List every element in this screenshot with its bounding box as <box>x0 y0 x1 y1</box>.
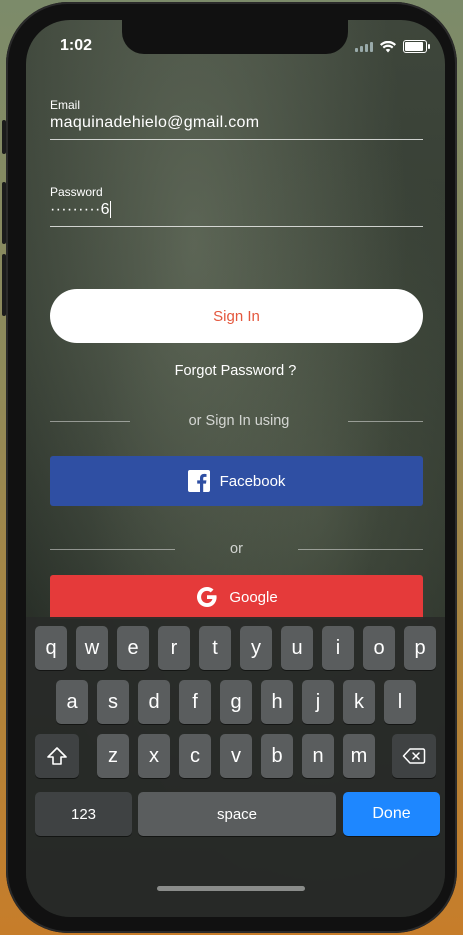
shift-icon <box>47 747 67 765</box>
email-underline <box>50 139 423 140</box>
key-q[interactable]: q <box>35 626 67 670</box>
divider-line-right <box>298 548 423 550</box>
divider-line-left <box>50 420 130 422</box>
key-n[interactable]: n <box>302 734 334 778</box>
password-underline <box>50 226 423 227</box>
key-b[interactable]: b <box>261 734 293 778</box>
backspace-key[interactable] <box>392 734 436 778</box>
or-divider: or <box>50 541 423 557</box>
facebook-button-label: Facebook <box>219 472 286 490</box>
password-field[interactable]: Password ·········6 <box>50 185 423 227</box>
password-label: Password <box>50 185 103 199</box>
wifi-icon <box>380 40 396 52</box>
key-c[interactable]: c <box>179 734 211 778</box>
email-label: Email <box>50 98 81 112</box>
divider-line-right <box>348 420 423 422</box>
password-input[interactable]: ·········6 <box>50 201 423 219</box>
key-t[interactable]: t <box>199 626 231 670</box>
key-z[interactable]: z <box>97 734 129 778</box>
sign-in-using-text: or Sign In using <box>188 413 290 429</box>
key-a[interactable]: a <box>56 680 88 724</box>
status-icons <box>355 40 430 53</box>
done-key[interactable]: Done <box>343 792 440 836</box>
key-e[interactable]: e <box>117 626 149 670</box>
key-m[interactable]: m <box>343 734 375 778</box>
facebook-icon <box>187 470 210 492</box>
shift-key[interactable] <box>35 734 79 778</box>
cellular-signal-icon <box>355 41 373 52</box>
text-caret <box>109 201 112 219</box>
key-l[interactable]: l <box>384 680 416 724</box>
key-x[interactable]: x <box>138 734 170 778</box>
mute-switch <box>2 120 6 154</box>
google-icon <box>195 585 219 609</box>
key-k[interactable]: k <box>343 680 375 724</box>
email-field[interactable]: Email maquinadehielo@gmail.com <box>50 98 423 140</box>
app-screen: 1:02 Email maquinadehielo@gmail.com Pass… <box>26 20 445 917</box>
forgot-password-link[interactable]: Forgot Password ? <box>26 363 445 379</box>
key-i[interactable]: i <box>322 626 354 670</box>
key-h[interactable]: h <box>261 680 293 724</box>
key-p[interactable]: p <box>404 626 436 670</box>
volume-up-button <box>2 182 6 244</box>
facebook-button[interactable]: Facebook <box>50 456 423 506</box>
numbers-key[interactable]: 123 <box>35 792 132 836</box>
space-key[interactable]: space <box>138 792 336 836</box>
key-j[interactable]: j <box>302 680 334 724</box>
google-button-label: Google <box>229 588 278 606</box>
key-s[interactable]: s <box>97 680 129 724</box>
sign-in-using-divider: or Sign In using <box>50 413 423 429</box>
email-input[interactable]: maquinadehielo@gmail.com <box>50 114 423 132</box>
key-u[interactable]: u <box>281 626 313 670</box>
volume-down-button <box>2 254 6 316</box>
home-indicator[interactable] <box>157 886 305 891</box>
key-y[interactable]: y <box>240 626 272 670</box>
key-g[interactable]: g <box>220 680 252 724</box>
status-time: 1:02 <box>60 37 93 54</box>
on-screen-keyboard: q w e r t y u i o p a s d f g h j k l z … <box>26 617 445 917</box>
key-r[interactable]: r <box>158 626 190 670</box>
device-frame: 1:02 Email maquinadehielo@gmail.com Pass… <box>2 2 457 933</box>
sign-in-button[interactable]: Sign In <box>50 289 423 343</box>
google-button[interactable]: Google <box>50 575 423 619</box>
password-masked-value: ·········6 <box>50 201 110 218</box>
divider-line-left <box>50 548 175 550</box>
key-o[interactable]: o <box>363 626 395 670</box>
notch <box>122 20 348 54</box>
key-d[interactable]: d <box>138 680 170 724</box>
key-v[interactable]: v <box>220 734 252 778</box>
backspace-icon <box>402 748 426 764</box>
key-w[interactable]: w <box>76 626 108 670</box>
key-f[interactable]: f <box>179 680 211 724</box>
or-text: or <box>230 541 243 557</box>
battery-icon <box>403 40 430 53</box>
